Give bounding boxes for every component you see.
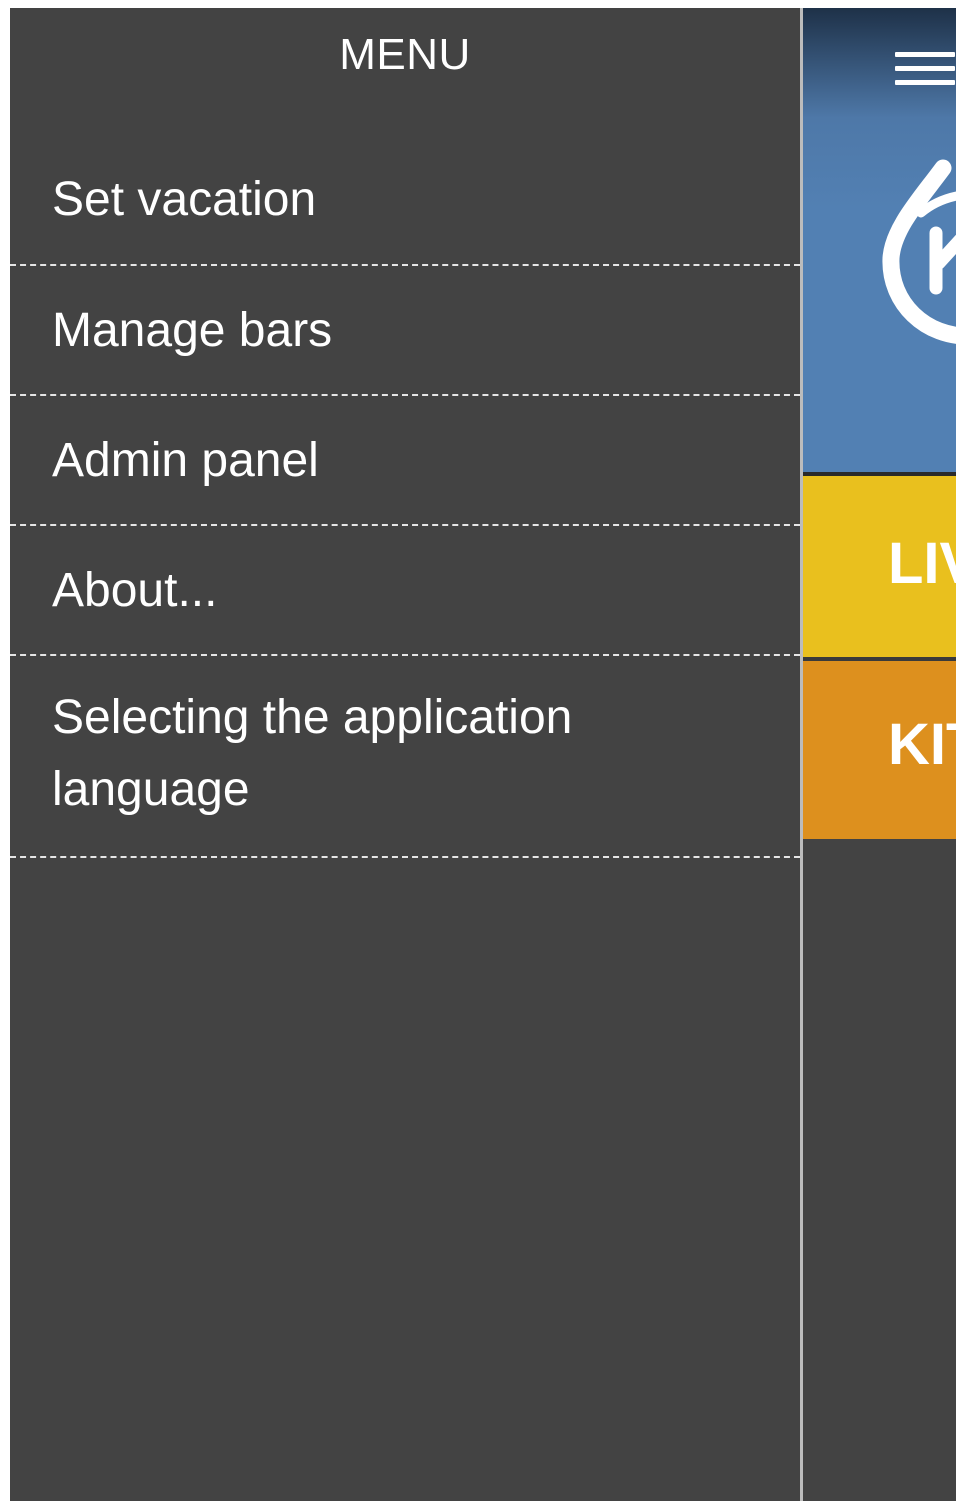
room-tile-living[interactable]: LIVING bbox=[803, 476, 956, 657]
menu-item-label: Admin panel bbox=[52, 433, 319, 487]
menu-item-label: Set vacation bbox=[52, 173, 317, 226]
menu-item-label: Manage bars bbox=[52, 303, 333, 357]
main-content: LIVING KITCHEN bbox=[803, 8, 956, 1501]
menu-item-label: About... bbox=[52, 563, 218, 617]
menu-item-label: Selecting the application language bbox=[52, 691, 573, 816]
menu-item-set-vacation[interactable]: Set vacation bbox=[10, 113, 800, 266]
menu-item-admin-panel[interactable]: Admin panel bbox=[10, 396, 800, 526]
room-label: KITCHEN bbox=[888, 711, 956, 777]
room-label: LIVING bbox=[888, 531, 956, 596]
menu-item-language[interactable]: Selecting the application language bbox=[10, 656, 800, 858]
menu-list: Set vacation Manage bars Admin panel Abo… bbox=[10, 113, 800, 858]
menu-item-manage-bars[interactable]: Manage bars bbox=[10, 266, 800, 396]
room-tile-kitchen[interactable]: KITCHEN bbox=[803, 661, 956, 839]
menu-title: MENU bbox=[339, 29, 471, 79]
app-screen: MENU Set vacation Manage bars Admin pane… bbox=[10, 8, 956, 1501]
navigation-drawer: MENU Set vacation Manage bars Admin pane… bbox=[10, 8, 800, 1501]
app-header bbox=[803, 8, 956, 472]
menu-item-about[interactable]: About... bbox=[10, 526, 800, 656]
hamburger-menu-icon[interactable] bbox=[895, 52, 955, 88]
logo-icon bbox=[881, 138, 956, 353]
